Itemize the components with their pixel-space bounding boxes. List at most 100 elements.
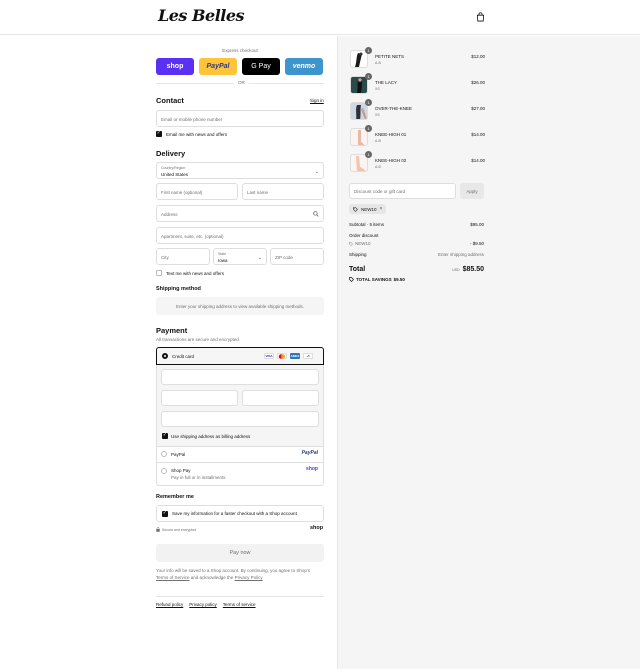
pay-now-label: Pay now (229, 550, 251, 556)
order-discount-code-text: NEW10 (355, 241, 371, 246)
first-name-field[interactable]: First name (optional) (156, 183, 238, 200)
total-savings: TOTAL SAVINGS $9.50 (349, 277, 405, 282)
search-icon (313, 211, 319, 217)
tag-icon (349, 241, 353, 246)
quantity-badge: 1 (365, 151, 372, 158)
paypal-logo: PayPal (301, 450, 318, 456)
paypal-radio[interactable] (161, 451, 167, 457)
credit-card-option[interactable]: Credit card VISA AMEX +5 (156, 347, 324, 365)
card-expiry-field[interactable] (161, 390, 238, 406)
cart-item: 1 OVER-THE-KNEE XS $27.00 (349, 99, 485, 122)
billing-address-label: Use shipping address as billing address (171, 433, 251, 439)
item-name: KNEE-HIGH 02 (375, 158, 407, 163)
email-news-row: Email me with news and offers (156, 131, 227, 137)
total-value: $85.50 (462, 266, 484, 273)
order-discount-code: NEW10 (349, 241, 371, 246)
item-name: KNEE-HIGH 01 (375, 132, 407, 137)
city-placeholder: City (161, 255, 169, 260)
quantity-badge: 1 (365, 47, 372, 54)
state-label: State (218, 252, 227, 256)
shipping-method-heading: Shipping method (156, 286, 201, 292)
shipping-method-placeholder: Enter your shipping address to view avai… (156, 297, 324, 315)
shopping-bag-icon[interactable] (476, 12, 485, 22)
zip-field[interactable]: ZIP code (270, 248, 324, 265)
remove-discount-icon[interactable]: × (380, 206, 383, 212)
apply-button[interactable]: Apply (460, 183, 484, 199)
text-news-checkbox[interactable] (156, 270, 162, 276)
save-info-checkbox[interactable] (162, 510, 168, 517)
discount-tag-code: NEW10 (361, 206, 377, 212)
pay-now-button[interactable]: Pay now (156, 544, 324, 562)
shop-privacy-link[interactable]: Privacy Policy (235, 575, 263, 580)
total-label: Total (349, 266, 366, 273)
city-field[interactable]: City (156, 248, 210, 265)
shop-pay-radio[interactable] (161, 468, 167, 474)
country-value: United States (161, 172, 189, 177)
item-variant: XS (375, 113, 380, 117)
last-name-placeholder: Last name (247, 190, 269, 195)
discount-code-field[interactable]: Discount code or gift card (349, 183, 456, 199)
address-field[interactable]: Address (156, 205, 324, 222)
chevron-down-icon: ⌄ (314, 169, 319, 175)
credit-card-radio[interactable] (162, 353, 168, 359)
quantity-badge: 1 (365, 99, 372, 106)
header: Les Belles (0, 0, 640, 35)
more-brands-badge: +5 (303, 353, 313, 359)
shop-pay-option[interactable]: Shop Pay Pay in full or in installments … (157, 462, 323, 485)
quantity-badge: 1 (365, 73, 372, 80)
privacy-policy-link[interactable]: Privacy policy (189, 602, 217, 607)
apartment-field[interactable]: Apartment, suite, etc. (optional) (156, 227, 324, 244)
billing-address-checkbox[interactable] (162, 433, 168, 439)
paypal-option[interactable]: PayPal PayPal (157, 446, 323, 462)
legal-line-1: Your info will be saved to a Shop accoun… (156, 568, 311, 573)
country-label: Country/Region (161, 166, 186, 170)
total-savings-value: $9.50 (393, 277, 405, 282)
text-news-label: Text me with news and offers (166, 270, 224, 276)
item-variant: XS (375, 87, 380, 91)
shipping-value: Enter shipping address (437, 252, 484, 257)
footer-links: Refund policy Privacy policy Terms of se… (156, 602, 256, 607)
last-name-field[interactable]: Last name (242, 183, 324, 200)
shop-terms-link[interactable]: Terms of Service (156, 575, 190, 580)
country-select[interactable]: Country/Region United States ⌄ (156, 162, 324, 179)
shop-pay-express-button[interactable]: shop (156, 58, 194, 75)
item-name: THE LACY (375, 80, 398, 85)
item-variant: A-B (375, 139, 381, 143)
terms-of-service-link[interactable]: Terms of service (223, 602, 256, 607)
billing-address-row: Use shipping address as billing address (162, 433, 250, 439)
card-name-field[interactable] (161, 411, 319, 427)
venmo-express-button[interactable]: venmo (285, 58, 323, 75)
shop-pay-label: Shop Pay (171, 468, 191, 473)
item-price: $14.00 (471, 158, 485, 163)
or-divider: OR (156, 80, 324, 86)
cart-item: 1 KNEE-HIGH 01 A-B $14.00 (349, 125, 485, 148)
card-security-code-field[interactable] (242, 390, 319, 406)
state-select[interactable]: State Iowa ⌄ (213, 248, 267, 265)
subtotal-label: Subtotal · 5 items (349, 222, 385, 227)
google-pay-express-button[interactable]: G Pay (242, 58, 280, 75)
brand-logo[interactable]: Les Belles (158, 6, 245, 25)
apartment-placeholder: Apartment, suite, etc. (optional) (161, 234, 224, 239)
contact-heading: Contact (156, 96, 184, 105)
save-info-label: Save my information for a faster checkou… (172, 511, 297, 516)
save-info-row: Save my information for a faster checkou… (156, 505, 324, 522)
sign-in-link[interactable]: Sign in (310, 98, 324, 103)
item-price: $26.00 (471, 80, 485, 85)
card-brands: VISA AMEX +5 (264, 353, 313, 359)
paypal-label: PayPal (171, 452, 186, 457)
email-news-checkbox[interactable] (156, 131, 162, 137)
cart-item: 1 KNEE-HIGH 02 A-B $14.00 (349, 151, 485, 174)
email-news-label: Email me with news and offers (166, 131, 227, 137)
refund-policy-link[interactable]: Refund policy (156, 602, 183, 607)
subtotal-value: $95.00 (470, 222, 484, 227)
legal-and: and acknowledge the (190, 575, 234, 580)
or-label: OR (234, 80, 249, 85)
card-number-field[interactable] (161, 369, 319, 385)
email-field[interactable]: Email or mobile phone number (156, 110, 324, 127)
credit-card-label: Credit card (172, 354, 195, 359)
item-price: $27.00 (471, 106, 485, 111)
tag-icon (349, 277, 354, 282)
total-savings-label: TOTAL SAVINGS (356, 277, 392, 282)
total-amount: USD $85.50 (452, 266, 484, 273)
paypal-express-button[interactable]: PayPal (199, 58, 237, 75)
